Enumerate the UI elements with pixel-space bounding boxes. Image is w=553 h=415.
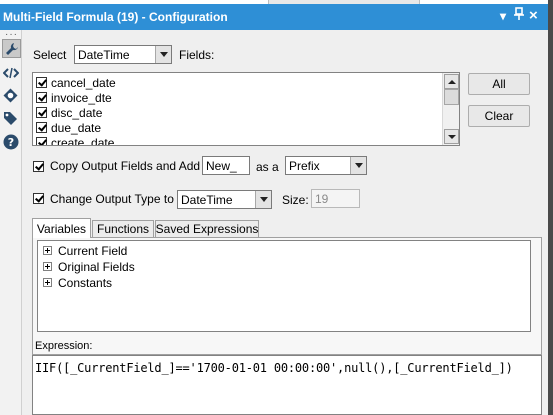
field-checkbox[interactable] <box>36 137 47 145</box>
output-type-value: DateTime <box>181 193 233 207</box>
copy-output-label: Copy Output Fields and Add <box>50 159 201 173</box>
field-name: due_date <box>51 120 102 135</box>
affix-type-dropdown[interactable]: Prefix <box>285 156 367 175</box>
tree-node[interactable]: Original Fields <box>43 259 135 274</box>
tab-saved-expressions[interactable]: Saved Expressions <box>155 220 259 237</box>
expression-label: Expression: <box>35 340 93 352</box>
window-title: Multi-Field Formula (19) - Configuration <box>3 10 228 24</box>
fields-list[interactable]: cancel_date invoice_dte disc_date due_da… <box>32 72 460 146</box>
tree-node[interactable]: Current Field <box>43 243 127 258</box>
field-checkbox[interactable] <box>36 122 47 133</box>
chevron-down-icon[interactable] <box>255 191 271 208</box>
expand-icon[interactable] <box>43 278 52 287</box>
tree-node-label: Original Fields <box>58 259 135 274</box>
size-input[interactable]: 19 <box>311 189 360 208</box>
chevron-down-icon[interactable]: ▾ <box>500 9 506 23</box>
list-item[interactable]: create_date <box>36 135 115 146</box>
right-edge <box>548 0 553 415</box>
tree-node[interactable]: Constants <box>43 275 112 290</box>
scroll-thumb[interactable] <box>444 89 459 105</box>
copy-output-checkbox[interactable] <box>33 161 44 172</box>
change-type-label: Change Output Type to <box>50 192 174 206</box>
tab-variables[interactable]: Variables <box>32 218 91 238</box>
select-label: Select <box>33 48 67 62</box>
clear-button[interactable]: Clear <box>468 105 530 127</box>
variables-tree[interactable]: Current Field Original Fields Constants <box>37 240 531 332</box>
field-checkbox[interactable] <box>36 92 47 103</box>
tab-functions[interactable]: Functions <box>92 220 154 237</box>
select-type-value: DateTime <box>78 48 130 62</box>
tool-sidebar: ··· ? <box>0 29 22 415</box>
help-icon[interactable]: ? <box>2 133 19 150</box>
chevron-down-icon[interactable] <box>350 157 366 174</box>
expression-editor[interactable]: IIF([_CurrentField_]=='1700-01-01 00:00:… <box>32 355 542 415</box>
list-item[interactable]: invoice_dte <box>36 90 112 105</box>
size-value: 19 <box>315 192 329 206</box>
svg-text:?: ? <box>7 136 13 149</box>
field-name: cancel_date <box>51 75 116 90</box>
window-titlebar[interactable]: Multi-Field Formula (19) - Configuration… <box>0 4 548 30</box>
fields-label: Fields: <box>179 48 215 62</box>
change-type-checkbox[interactable] <box>33 193 44 204</box>
affix-type-value: Prefix <box>289 159 320 173</box>
field-checkbox[interactable] <box>36 107 47 118</box>
chevron-down-icon[interactable] <box>155 46 171 63</box>
list-item[interactable]: disc_date <box>36 105 102 120</box>
expand-icon[interactable] <box>43 262 52 271</box>
field-checkbox[interactable] <box>36 77 47 88</box>
navigate-icon[interactable] <box>2 87 19 104</box>
code-icon[interactable] <box>2 64 19 81</box>
expression-text: IIF([_CurrentField_]=='1700-01-01 00:00:… <box>35 361 513 375</box>
field-name: invoice_dte <box>51 90 112 105</box>
all-button[interactable]: All <box>468 73 530 95</box>
scroll-down-icon[interactable] <box>444 129 459 144</box>
list-item[interactable]: cancel_date <box>36 75 116 90</box>
size-label: Size: <box>282 193 309 207</box>
fields-scrollbar[interactable] <box>442 73 459 145</box>
field-name: disc_date <box>51 105 103 120</box>
pin-icon[interactable] <box>514 7 524 24</box>
tree-node-label: Constants <box>58 275 113 290</box>
close-icon[interactable]: × <box>529 7 538 24</box>
variables-panel: Current Field Original Fields Constants … <box>32 237 542 355</box>
as-a-label: as a <box>256 160 279 174</box>
tree-node-label: Current Field <box>58 243 128 258</box>
scroll-up-icon[interactable] <box>444 74 459 89</box>
select-type-dropdown[interactable]: DateTime <box>74 45 172 64</box>
affix-value: New_ <box>206 159 237 173</box>
field-name: create_date <box>51 135 115 146</box>
tag-icon[interactable] <box>2 110 19 127</box>
output-type-dropdown[interactable]: DateTime <box>177 190 272 209</box>
wrench-icon[interactable] <box>2 39 21 58</box>
expand-icon[interactable] <box>43 246 52 255</box>
list-item[interactable]: due_date <box>36 120 101 135</box>
affix-input[interactable]: New_ <box>202 156 250 175</box>
config-panel: Select DateTime Fields: cancel_date invo… <box>22 30 548 415</box>
